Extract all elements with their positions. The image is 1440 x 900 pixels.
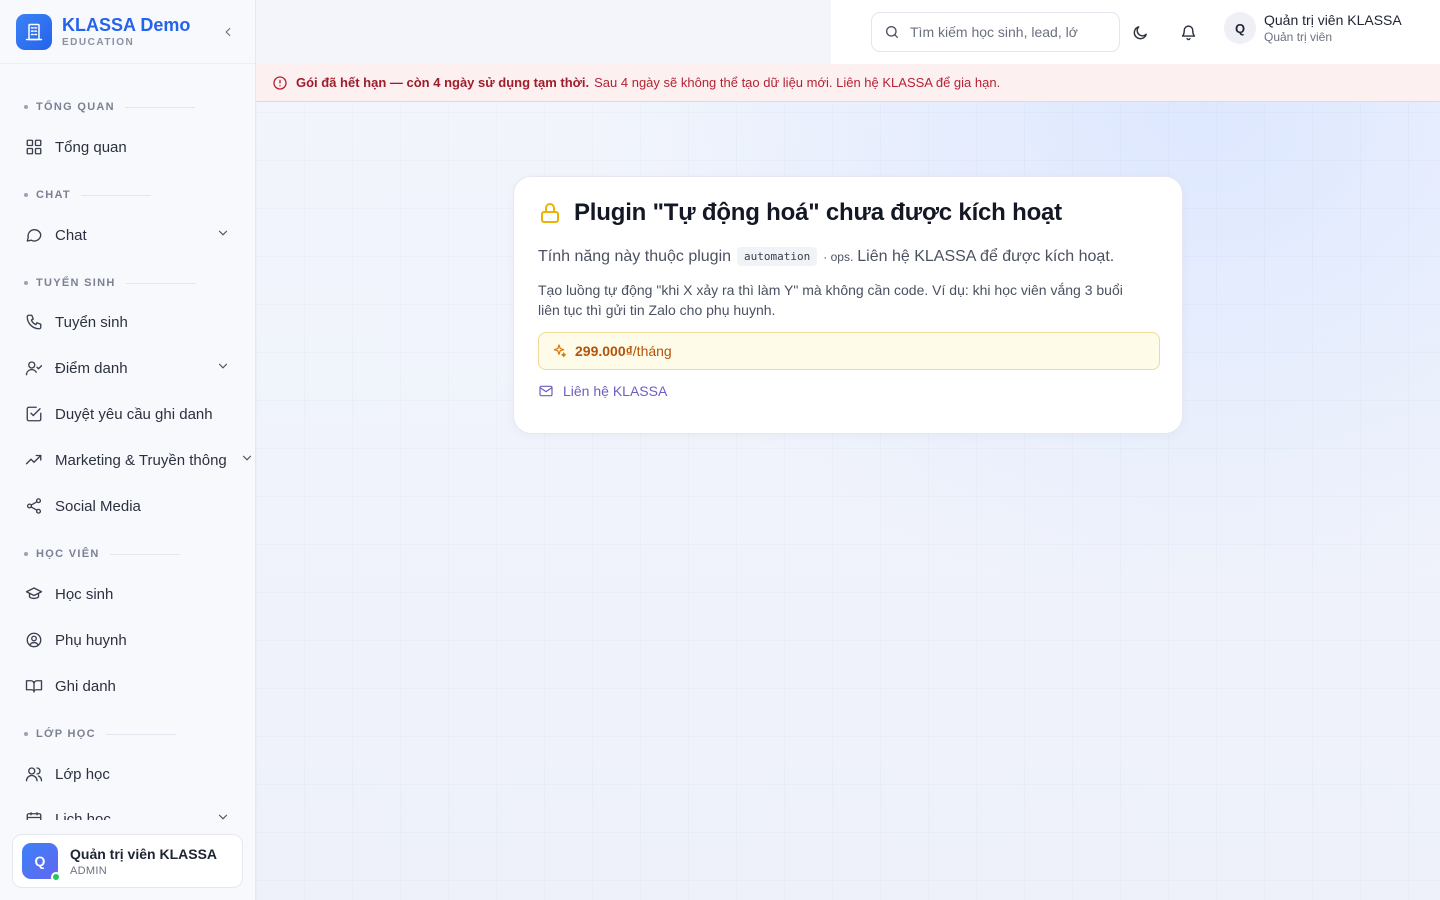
chevron-down-icon bbox=[242, 455, 252, 461]
section-hoc-vien: HỌC VIÊN bbox=[0, 543, 180, 565]
alert-bold-text: Gói đã hết hạn — còn 4 ngày sử dụng tạm … bbox=[296, 75, 590, 90]
calendar-icon bbox=[24, 809, 44, 820]
section-label: LỚP HỌC bbox=[36, 728, 96, 740]
sidebar-item-label: Chat bbox=[55, 226, 87, 244]
brand-subtitle: EDUCATION bbox=[62, 37, 135, 48]
sidebar-item-tuyen-sinh[interactable]: Tuyển sinh bbox=[12, 303, 248, 341]
plugin-code-tag: automation bbox=[737, 247, 818, 266]
share-icon bbox=[24, 496, 44, 516]
sidebar-nav: TỔNG QUAN Tổng quan CHAT Chat TUYỂN SINH bbox=[0, 64, 255, 820]
chevron-down-icon bbox=[218, 363, 228, 369]
sidebar-item-phu-huynh[interactable]: Phụ huynh bbox=[12, 621, 248, 659]
sidebar-item-marketing[interactable]: Marketing & Truyền thông bbox=[12, 441, 252, 479]
chevron-down-icon bbox=[218, 230, 228, 236]
brand-name: KLASSA Demo bbox=[62, 15, 191, 35]
theme-toggle-button[interactable] bbox=[1128, 20, 1152, 44]
mail-icon bbox=[539, 385, 553, 397]
search-icon bbox=[886, 26, 898, 38]
graduation-cap-icon bbox=[24, 584, 44, 604]
description-prefix: Tính năng này thuộc plugin bbox=[538, 247, 732, 265]
section-tuyen-sinh: TUYỂN SINH bbox=[0, 272, 196, 294]
chevron-down-icon bbox=[218, 814, 228, 820]
user-role: ADMIN bbox=[70, 864, 107, 877]
sidebar-user-card[interactable]: Q Quản trị viên KLASSA ADMIN bbox=[12, 834, 243, 888]
sidebar-item-label: Duyệt yêu cầu ghi danh bbox=[55, 405, 213, 423]
user-name: Quản trị viên KLASSA bbox=[70, 845, 218, 862]
avatar-initial: Q bbox=[34, 853, 46, 869]
collapse-sidebar-button[interactable] bbox=[217, 21, 239, 43]
sidebar-item-ghi-danh[interactable]: Ghi danh bbox=[12, 667, 248, 705]
contact-label: Liên hệ KLASSA bbox=[563, 383, 668, 399]
main-content: Gói đã hết hạn — còn 4 ngày sử dụng tạm … bbox=[256, 64, 1440, 900]
brand-logo-icon bbox=[16, 13, 52, 50]
sidebar-item-diem-danh[interactable]: Điểm danh bbox=[12, 349, 248, 387]
topbar: Q Quản trị viên KLASSA Quản trị viên bbox=[831, 0, 1440, 64]
sidebar-item-social-media[interactable]: Social Media bbox=[12, 487, 248, 525]
sidebar-item-lop-hoc[interactable]: Lớp học bbox=[12, 755, 248, 793]
user-circle-icon bbox=[24, 630, 44, 650]
search-input[interactable] bbox=[910, 24, 1100, 40]
sidebar-item-label: Lịch học bbox=[55, 810, 111, 821]
notifications-button[interactable] bbox=[1176, 20, 1200, 44]
user-role: Quản trị viên bbox=[1264, 30, 1333, 44]
sparkle-icon bbox=[553, 344, 567, 358]
card-description: Tính năng này thuộc plugin automation · … bbox=[538, 247, 1158, 266]
sidebar-item-label: Điểm danh bbox=[55, 359, 128, 377]
user-check-icon bbox=[24, 358, 44, 378]
checkbox-icon bbox=[24, 404, 44, 424]
online-status-dot bbox=[51, 872, 61, 882]
section-tong-quan: TỔNG QUAN bbox=[0, 96, 195, 118]
brand-header: KLASSA Demo EDUCATION bbox=[0, 0, 255, 64]
plugin-ops-label: · ops. bbox=[823, 249, 854, 264]
section-label: TỔNG QUAN bbox=[36, 101, 115, 113]
alert-text: Sau 4 ngày sẽ không thể tạo dữ liệu mới.… bbox=[594, 75, 1001, 90]
sidebar-item-duyet-yeu-cau-ghi-danh[interactable]: Duyệt yêu cầu ghi danh bbox=[12, 395, 248, 433]
moon-icon bbox=[1133, 25, 1147, 39]
sidebar-item-hoc-sinh[interactable]: Học sinh bbox=[12, 575, 248, 613]
users-icon bbox=[24, 764, 44, 784]
avatar: Q bbox=[22, 843, 61, 882]
trending-up-icon bbox=[24, 450, 44, 470]
section-lop-hoc: LỚP HỌC bbox=[0, 723, 176, 745]
avatar: Q bbox=[1224, 12, 1256, 44]
sidebar-item-label: Phụ huynh bbox=[55, 631, 127, 649]
section-label: CHAT bbox=[36, 189, 71, 201]
user-name: Quản trị viên KLASSA bbox=[1264, 12, 1402, 28]
sidebar-item-label: Lớp học bbox=[55, 765, 110, 783]
dashboard-grid-icon bbox=[24, 137, 44, 157]
section-chat: CHAT bbox=[0, 184, 151, 206]
card-body-text: Tạo luồng tự động "khi X xảy ra thì làm … bbox=[538, 282, 1123, 318]
plugin-locked-card: Plugin "Tự động hoá" chưa được kích hoạt… bbox=[513, 176, 1183, 434]
sidebar-item-chat[interactable]: Chat bbox=[12, 216, 248, 254]
description-suffix: Liên hệ KLASSA để được kích hoạt. bbox=[857, 247, 1115, 265]
search-box bbox=[871, 12, 1120, 52]
phone-icon bbox=[24, 312, 44, 332]
section-label: TUYỂN SINH bbox=[36, 277, 116, 289]
chevron-left-icon bbox=[225, 27, 231, 36]
sidebar-item-tong-quan[interactable]: Tổng quan bbox=[12, 128, 248, 166]
sidebar-item-lich-hoc[interactable]: Lịch học bbox=[12, 800, 248, 820]
sidebar-item-label: Ghi danh bbox=[55, 677, 116, 695]
section-label: HỌC VIÊN bbox=[36, 548, 100, 560]
bell-icon bbox=[1181, 24, 1195, 40]
sidebar-item-label: Tuyển sinh bbox=[55, 313, 128, 331]
subscription-alert: Gói đã hết hạn — còn 4 ngày sử dụng tạm … bbox=[256, 64, 1440, 102]
chat-bubble-icon bbox=[24, 225, 44, 245]
sidebar-item-label: Social Media bbox=[55, 497, 141, 515]
topbar-user-menu[interactable]: Q Quản trị viên KLASSA Quản trị viên bbox=[1224, 12, 1402, 44]
sidebar-item-label: Marketing & Truyền thông bbox=[55, 451, 227, 469]
sidebar-item-label: Học sinh bbox=[55, 585, 114, 603]
sidebar-item-label: Tổng quan bbox=[55, 138, 127, 156]
contact-klassa-link[interactable]: Liên hệ KLASSA bbox=[538, 383, 1158, 399]
book-open-icon bbox=[24, 676, 44, 696]
alert-circle-icon bbox=[273, 75, 287, 90]
card-title: Plugin "Tự động hoá" chưa được kích hoạt bbox=[574, 199, 1062, 226]
sidebar: KLASSA Demo EDUCATION TỔNG QUAN Tổng qua… bbox=[0, 0, 256, 900]
price-box: 299.000₫ /tháng bbox=[538, 332, 1160, 370]
lock-icon bbox=[541, 203, 559, 223]
price-value: 299.000₫ bbox=[575, 343, 633, 359]
price-unit: /tháng bbox=[632, 343, 672, 359]
